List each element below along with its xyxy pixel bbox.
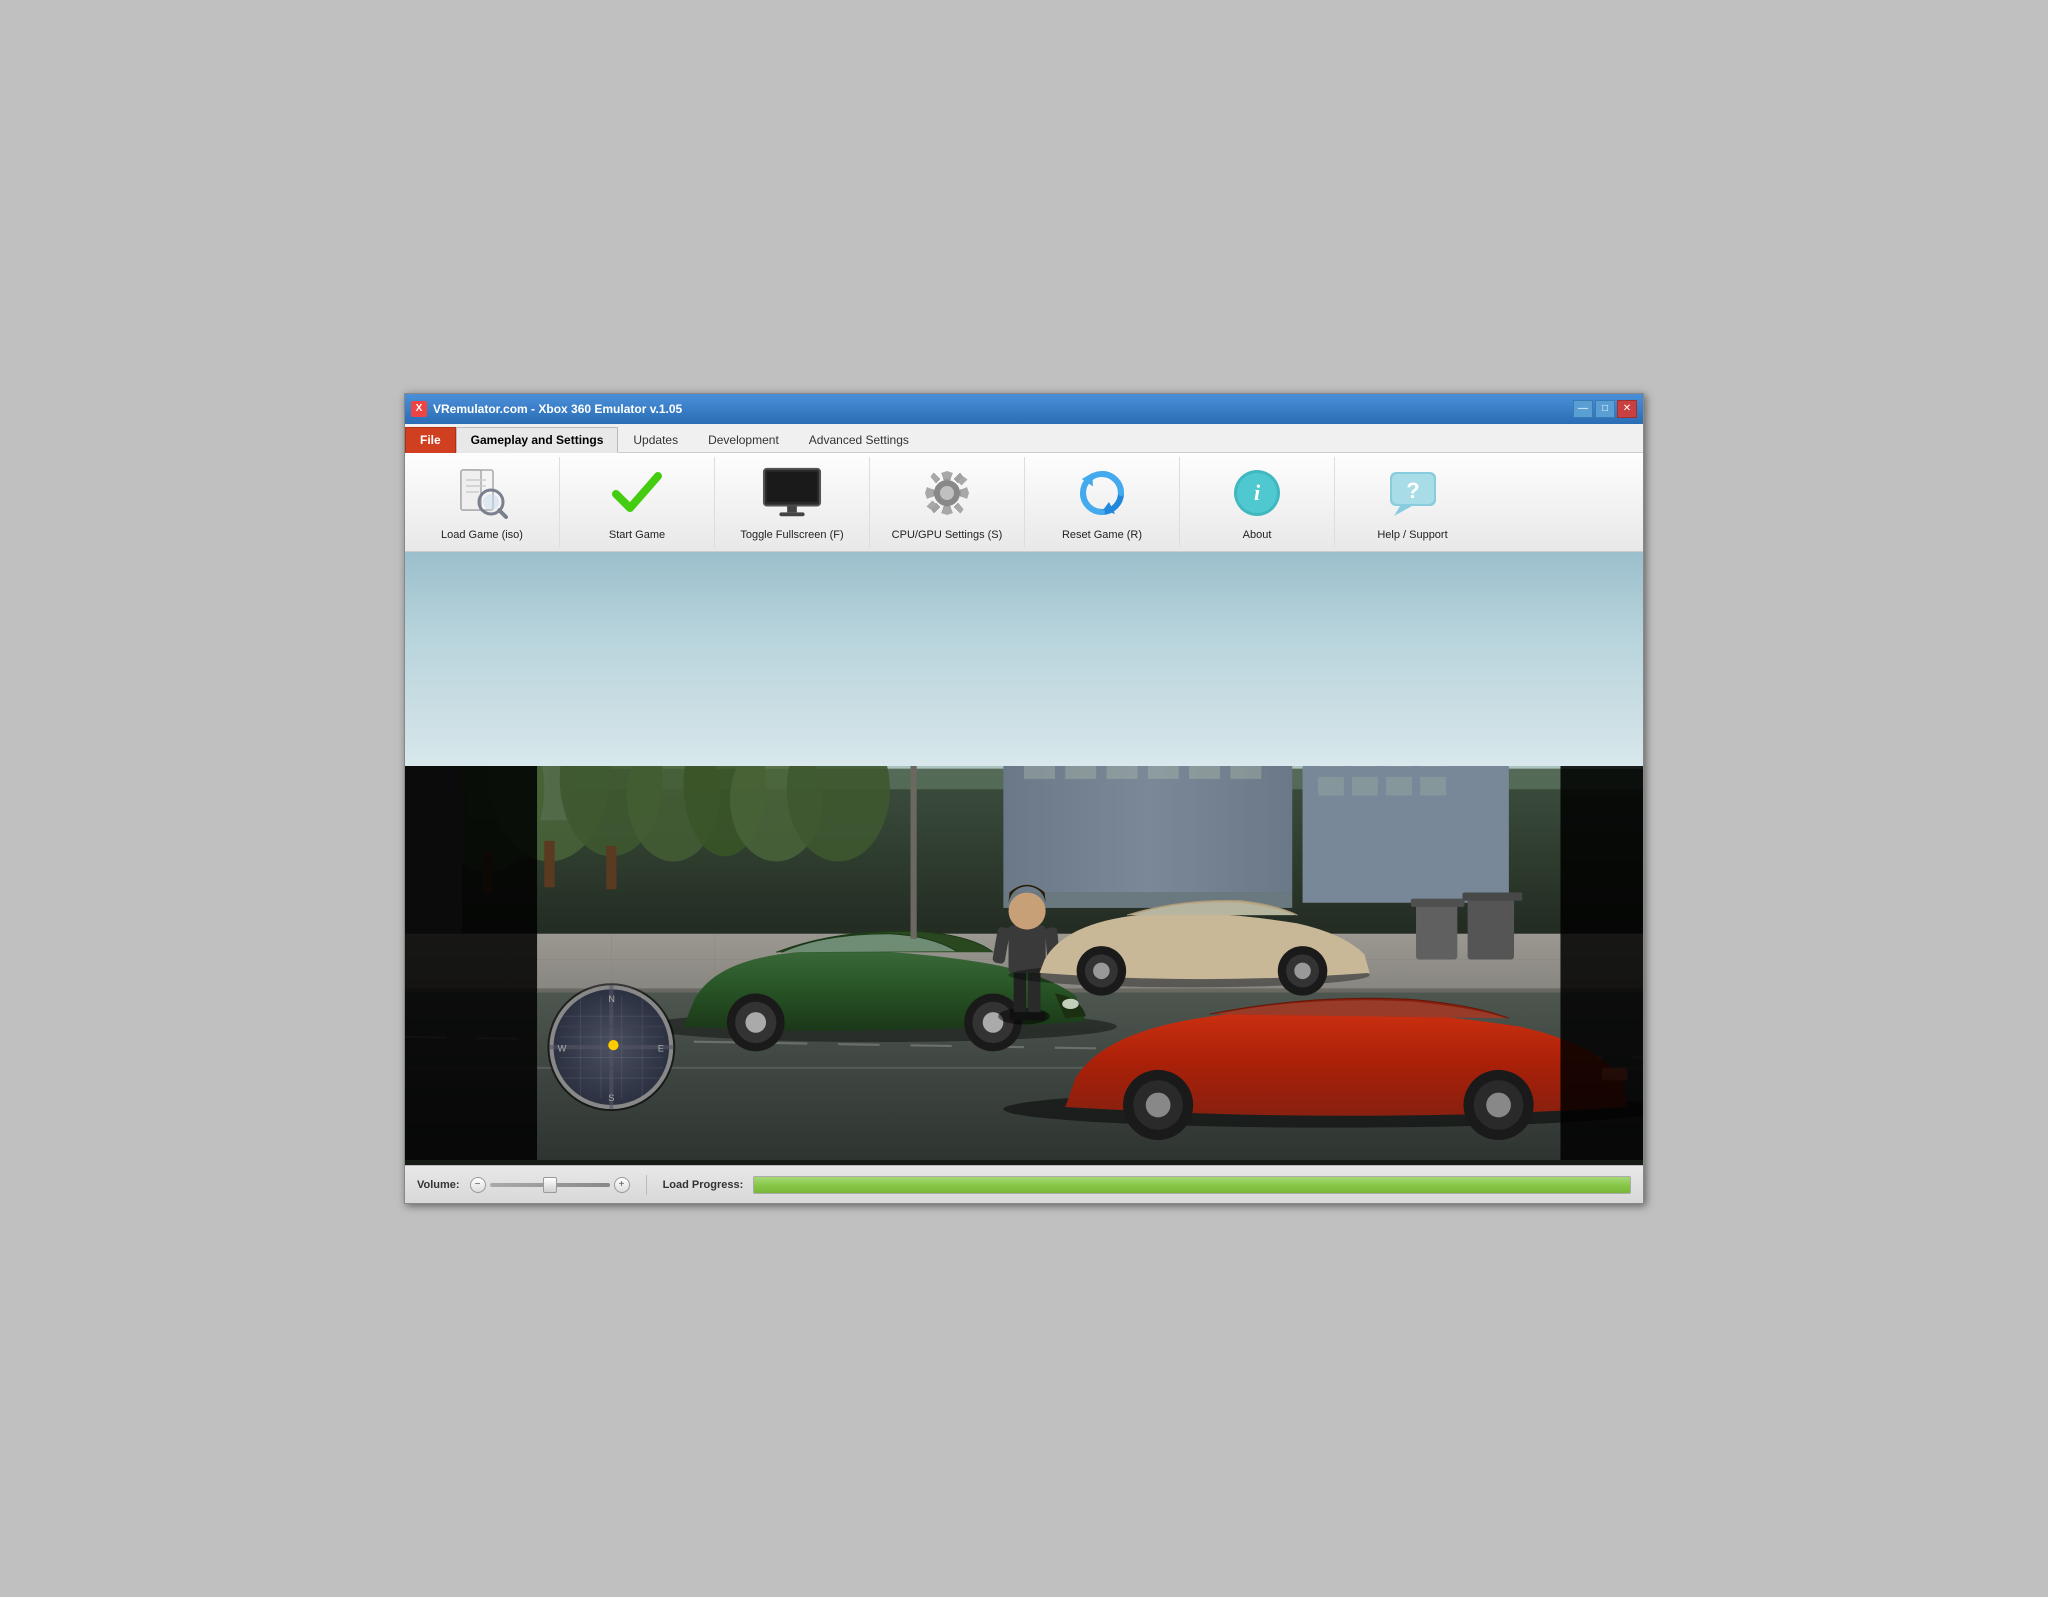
volume-slider-thumb[interactable] — [543, 1177, 557, 1193]
start-game-label: Start Game — [609, 529, 665, 541]
volume-increase-button[interactable]: + — [614, 1177, 630, 1193]
toggle-fullscreen-label: Toggle Fullscreen (F) — [740, 529, 843, 541]
svg-text:i: i — [1254, 480, 1261, 505]
about-label: About — [1243, 529, 1272, 541]
application-window: X VRemulator.com - Xbox 360 Emulator v.1… — [404, 393, 1644, 1205]
load-progress-label: Load Progress: — [663, 1179, 744, 1191]
load-game-button[interactable]: Load Game (iso) — [405, 457, 560, 547]
window-title: VRemulator.com - Xbox 360 Emulator v.1.0… — [433, 402, 682, 416]
volume-control: − + — [470, 1177, 630, 1193]
title-bar-left: X VRemulator.com - Xbox 360 Emulator v.1… — [411, 401, 682, 417]
reset-game-label: Reset Game (R) — [1062, 529, 1142, 541]
start-game-button[interactable]: Start Game — [560, 457, 715, 547]
cpu-gpu-settings-label: CPU/GPU Settings (S) — [892, 529, 1003, 541]
toolbar: Load Game (iso) Start Game — [405, 453, 1643, 552]
tab-updates[interactable]: Updates — [618, 427, 693, 453]
svg-text:S: S — [608, 1092, 614, 1102]
volume-slider-track — [490, 1183, 610, 1187]
reset-game-button[interactable]: Reset Game (R) — [1025, 457, 1180, 547]
close-button[interactable]: ✕ — [1617, 400, 1637, 418]
help-support-label: Help / Support — [1377, 529, 1447, 541]
svg-text:E: E — [658, 1043, 664, 1053]
load-progress-fill — [754, 1177, 1630, 1193]
title-bar: X VRemulator.com - Xbox 360 Emulator v.1… — [405, 394, 1643, 424]
svg-text:W: W — [558, 1043, 567, 1053]
tab-file[interactable]: File — [405, 427, 456, 453]
divider — [646, 1175, 647, 1195]
window-controls: — □ ✕ — [1573, 400, 1637, 418]
cpu-gpu-settings-button[interactable]: CPU/GPU Settings (S) — [870, 457, 1025, 547]
volume-decrease-button[interactable]: − — [470, 1177, 486, 1193]
tab-advanced-settings[interactable]: Advanced Settings — [794, 427, 924, 453]
help-icon: ? — [1381, 461, 1445, 525]
reset-icon — [1070, 461, 1134, 525]
tab-development[interactable]: Development — [693, 427, 794, 453]
help-support-button[interactable]: ? Help / Support — [1335, 457, 1490, 547]
svg-text:?: ? — [1406, 478, 1419, 503]
minimize-button[interactable]: — — [1573, 400, 1593, 418]
about-button[interactable]: i About — [1180, 457, 1335, 547]
about-icon: i — [1225, 461, 1289, 525]
load-progress-bar — [753, 1176, 1631, 1194]
load-game-icon — [450, 461, 514, 525]
start-game-icon — [605, 461, 669, 525]
tab-gameplay[interactable]: Gameplay and Settings — [456, 427, 619, 453]
game-scene: N S W E — [405, 552, 1643, 1166]
menu-bar: File Gameplay and Settings Updates Devel… — [405, 424, 1643, 453]
volume-label: Volume: — [417, 1179, 460, 1191]
maximize-button[interactable]: □ — [1595, 400, 1615, 418]
sky — [405, 552, 1643, 767]
gear-icon — [915, 461, 979, 525]
monitor-icon — [760, 461, 824, 525]
status-bar: Volume: − + Load Progress: — [405, 1165, 1643, 1203]
game-viewport: N S W E — [405, 552, 1643, 1166]
load-game-label: Load Game (iso) — [441, 529, 523, 541]
svg-text:N: N — [608, 993, 615, 1003]
app-icon: X — [411, 401, 427, 417]
toggle-fullscreen-button[interactable]: Toggle Fullscreen (F) — [715, 457, 870, 547]
